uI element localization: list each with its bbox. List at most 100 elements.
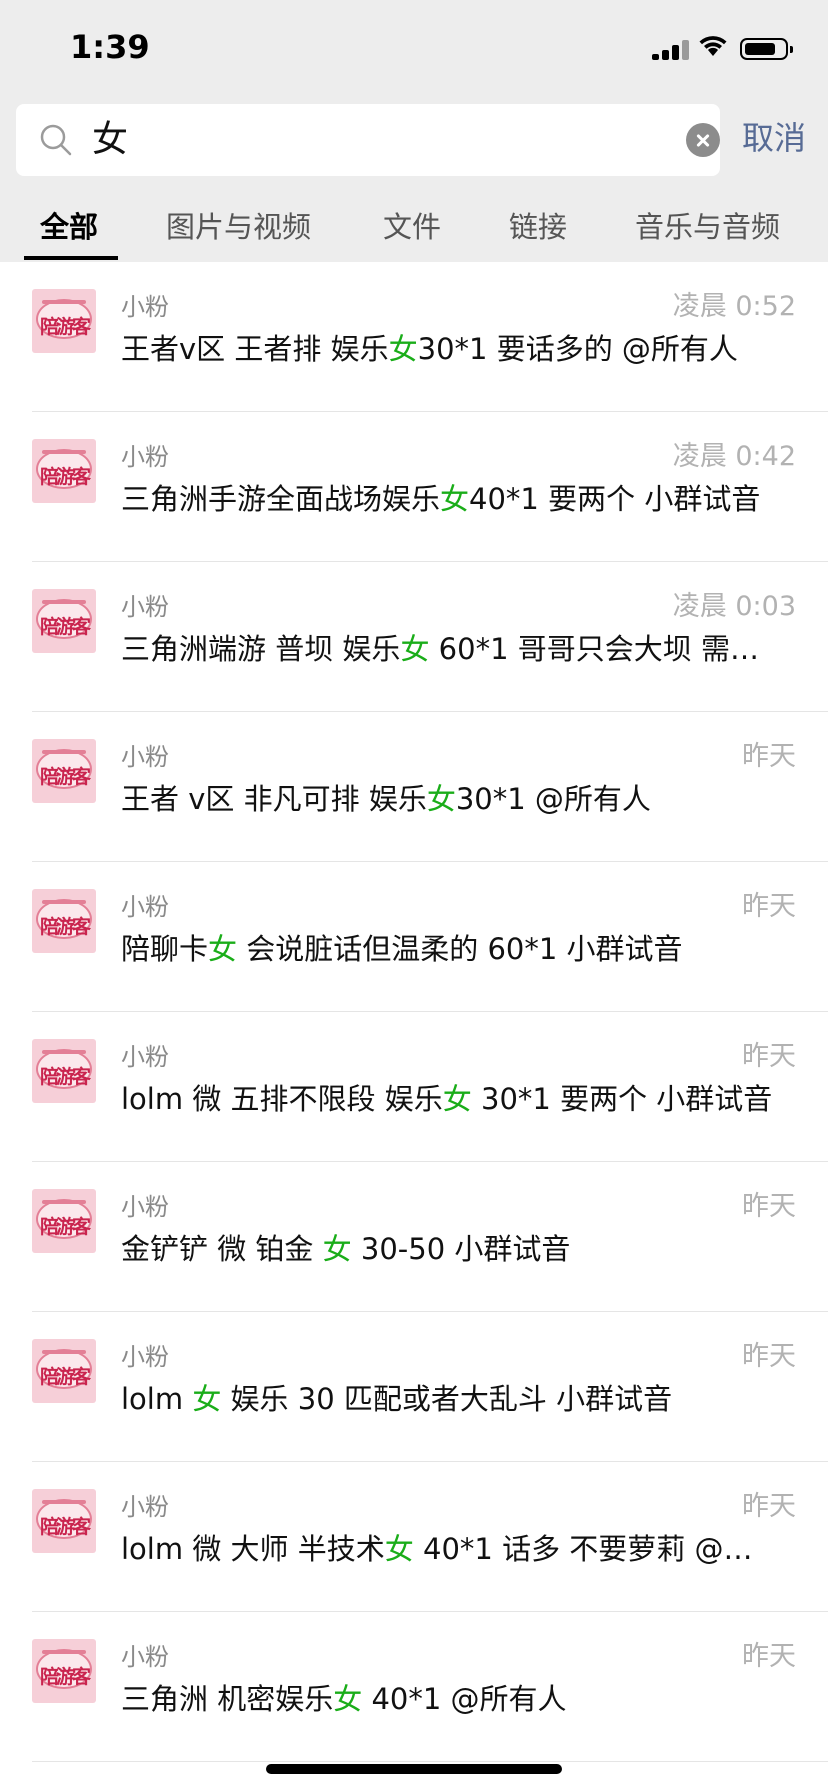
tab-images-videos[interactable]: 图片与视频	[166, 207, 311, 247]
top-bar: 1:39 女 取消 全部 图片与视频 文件 链接 音乐与音频	[0, 0, 828, 262]
message-snippet: 王者v区 王者排 娱乐女30*1 要话多的 @所有人	[121, 329, 793, 369]
search-result-item[interactable]: 陪游客 小粉 昨天 lolm 微 大师 半技术女 40*1 话多 不要萝莉 @…	[0, 1462, 828, 1612]
search-result-item[interactable]: 陪游客 小粉 昨天三角洲 机密娱乐女 40*1 @所有人	[0, 1612, 828, 1762]
home-indicator	[266, 1764, 562, 1774]
group-avatar: 陪游客	[32, 739, 96, 803]
keyword-highlight: 女	[388, 332, 418, 366]
sender-name: 小粉	[121, 1643, 169, 1671]
group-avatar: 陪游客	[32, 889, 96, 953]
snippet-text-before: 陪聊卡	[121, 932, 209, 966]
keyword-highlight: 女	[322, 1232, 352, 1266]
search-icon	[40, 124, 72, 156]
sender-name: 小粉	[121, 1493, 169, 1521]
message-snippet: lolm 女 娱乐 30 匹配或者大乱斗 小群试音	[121, 1379, 793, 1419]
message-time: 昨天	[742, 741, 796, 772]
sender-name: 小粉	[121, 893, 169, 921]
snippet-text-after: 30-50 小群试音	[351, 1232, 571, 1266]
snippet-text-after: 娱乐 30 匹配或者大乱斗 小群试音	[221, 1382, 673, 1416]
snippet-text-after: 会说脏话但温柔的 60*1 小群试音	[237, 932, 683, 966]
keyword-highlight: 女	[440, 482, 470, 516]
message-time: 凌晨 0:03	[672, 591, 796, 622]
search-result-item[interactable]: 陪游客 小粉 凌晨 0:52 王者v区 王者排 娱乐女30*1 要话多的 @所有人	[0, 262, 828, 412]
search-result-item[interactable]: 陪游客 小粉 昨天 lolm 微 五排不限段 娱乐女 30*1 要两个 小群试音	[0, 1012, 828, 1162]
message-snippet: 陪聊卡女 会说脏话但温柔的 60*1 小群试音	[121, 929, 793, 969]
clear-search-icon[interactable]	[686, 123, 720, 157]
group-avatar: 陪游客	[32, 1639, 96, 1703]
search-result-item[interactable]: 陪游客 小粉 凌晨 0:03 三角洲端游 普坝 娱乐女 60*1 哥哥只会大坝 需…	[0, 562, 828, 712]
tab-music-audio[interactable]: 音乐与音频	[635, 207, 780, 247]
sender-name: 小粉	[121, 443, 169, 471]
avatar-logo-text: 陪游客	[39, 1366, 91, 1388]
snippet-text-before: 王者 v区 非凡可排 娱乐	[121, 782, 427, 816]
message-snippet: 三角洲 机密娱乐女 40*1 @所有人	[121, 1679, 793, 1719]
sender-name: 小粉	[121, 1193, 169, 1221]
sender-name: 小粉	[121, 1343, 169, 1371]
status-bar: 1:39	[0, 0, 828, 96]
keyword-highlight: 女	[426, 782, 456, 816]
message-time: 昨天	[742, 1641, 796, 1672]
battery-icon	[740, 38, 793, 60]
snippet-text-before: lolm	[121, 1382, 193, 1416]
snippet-text-before: 三角洲 机密娱乐	[121, 1682, 334, 1716]
message-snippet: lolm 微 大师 半技术女 40*1 话多 不要萝莉 @…	[121, 1529, 793, 1569]
keyword-highlight: 女	[384, 1532, 414, 1566]
wifi-icon	[699, 36, 727, 56]
tab-all[interactable]: 全部	[40, 207, 98, 247]
message-snippet: 王者 v区 非凡可排 娱乐女30*1 @所有人	[121, 779, 793, 819]
message-time: 昨天	[742, 1491, 796, 1522]
search-result-item[interactable]: 陪游客 小粉 凌晨 0:42 三角洲手游全面战场娱乐女40*1 要两个 小群试音	[0, 412, 828, 562]
keyword-highlight: 女	[442, 1082, 472, 1116]
search-input[interactable]: 女	[92, 118, 128, 162]
tab-links[interactable]: 链接	[509, 207, 567, 247]
group-avatar: 陪游客	[32, 1039, 96, 1103]
active-tab-indicator	[24, 256, 118, 260]
search-result-item[interactable]: 陪游客 小粉 昨天陪聊卡女 会说脏话但温柔的 60*1 小群试音	[0, 862, 828, 1012]
message-time: 凌晨 0:42	[672, 441, 796, 472]
snippet-text-after: 30*1 要话多的 @所有人	[417, 332, 738, 366]
message-time: 昨天	[742, 1041, 796, 1072]
message-snippet: 三角洲手游全面战场娱乐女40*1 要两个 小群试音	[121, 479, 793, 519]
cancel-button[interactable]: 取消	[742, 116, 806, 160]
avatar-logo-text: 陪游客	[39, 916, 91, 938]
search-result-item[interactable]: 陪游客 小粉 昨天金铲铲 微 铂金 女 30-50 小群试音	[0, 1162, 828, 1312]
message-snippet: 三角洲端游 普坝 娱乐女 60*1 哥哥只会大坝 需…	[121, 629, 793, 669]
snippet-text-after: 40*1 话多 不要萝莉 @…	[413, 1532, 753, 1566]
keyword-highlight: 女	[333, 1682, 363, 1716]
row-divider	[32, 1761, 828, 1762]
snippet-text-before: 金铲铲 微 铂金	[121, 1232, 323, 1266]
group-avatar: 陪游客	[32, 1189, 96, 1253]
snippet-text-after: 30*1 @所有人	[455, 782, 651, 816]
sender-name: 小粉	[121, 593, 169, 621]
snippet-text-before: lolm 微 大师 半技术	[121, 1532, 385, 1566]
status-time: 1:39	[70, 28, 150, 66]
group-avatar: 陪游客	[32, 1339, 96, 1403]
signal-icon	[652, 40, 690, 60]
message-snippet: lolm 微 五排不限段 娱乐女 30*1 要两个 小群试音	[121, 1079, 793, 1119]
avatar-logo-text: 陪游客	[39, 616, 91, 638]
message-snippet: 金铲铲 微 铂金 女 30-50 小群试音	[121, 1229, 793, 1269]
snippet-text-before: 三角洲端游 普坝 娱乐	[121, 632, 401, 666]
group-avatar: 陪游客	[32, 589, 96, 653]
sender-name: 小粉	[121, 1043, 169, 1071]
avatar-logo-text: 陪游客	[39, 1066, 91, 1088]
snippet-text-before: 三角洲手游全面战场娱乐	[121, 482, 441, 516]
message-time: 昨天	[742, 1191, 796, 1222]
avatar-logo-text: 陪游客	[39, 1216, 91, 1238]
sender-name: 小粉	[121, 293, 169, 321]
search-result-item[interactable]: 陪游客 小粉 昨天 lolm 女 娱乐 30 匹配或者大乱斗 小群试音	[0, 1312, 828, 1462]
snippet-text-after: 30*1 要两个 小群试音	[471, 1082, 773, 1116]
tab-files[interactable]: 文件	[383, 207, 441, 247]
avatar-logo-text: 陪游客	[39, 1516, 91, 1538]
avatar-logo-text: 陪游客	[39, 316, 91, 338]
avatar-logo-text: 陪游客	[39, 766, 91, 788]
search-box[interactable]: 女	[16, 104, 720, 176]
search-result-item[interactable]: 陪游客 小粉 昨天 王者 v区 非凡可排 娱乐女30*1 @所有人	[0, 712, 828, 862]
group-avatar: 陪游客	[32, 439, 96, 503]
message-time: 凌晨 0:52	[672, 291, 796, 322]
snippet-text-after: 60*1 哥哥只会大坝 需…	[429, 632, 759, 666]
avatar-logo-text: 陪游客	[39, 1666, 91, 1688]
message-time: 昨天	[742, 891, 796, 922]
message-time: 昨天	[742, 1341, 796, 1372]
keyword-highlight: 女	[192, 1382, 222, 1416]
snippet-text-after: 40*1 @所有人	[362, 1682, 567, 1716]
